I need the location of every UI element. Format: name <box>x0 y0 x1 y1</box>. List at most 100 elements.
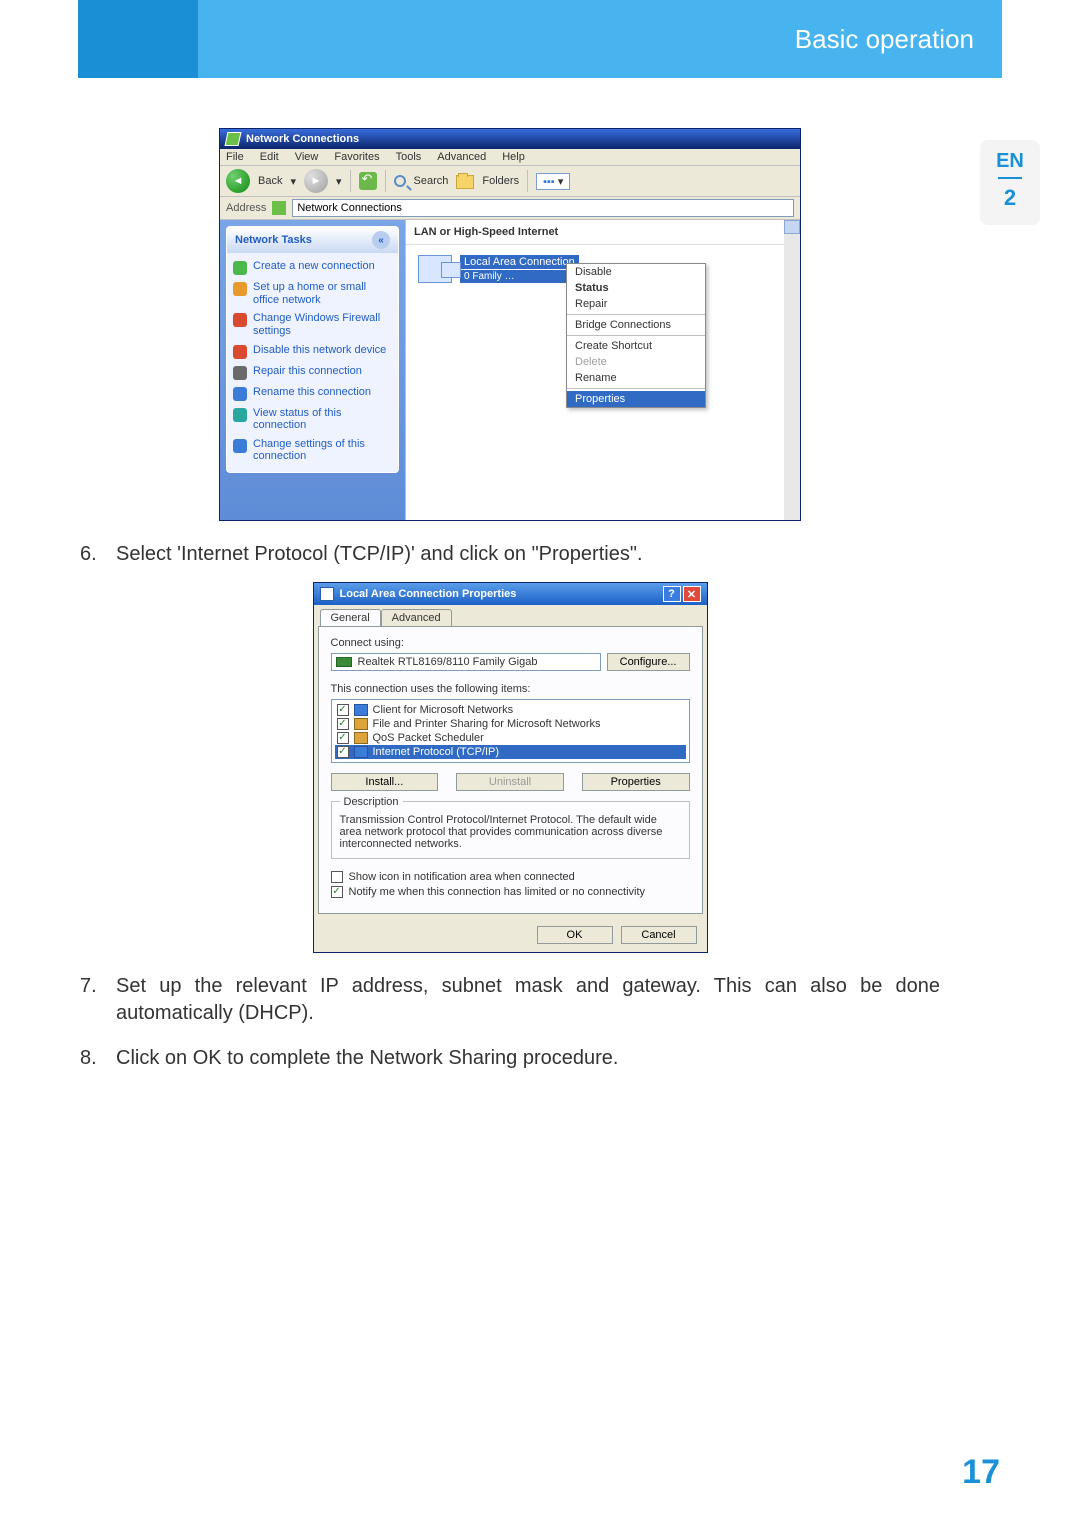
address-icon <box>272 201 286 215</box>
ctx-repair[interactable]: Repair <box>567 296 705 312</box>
tab-advanced[interactable]: Advanced <box>381 609 452 626</box>
task-setup-home-network[interactable]: Set up a home or small office network <box>233 278 392 309</box>
cancel-button[interactable]: Cancel <box>621 926 697 944</box>
context-menu: Disable Status Repair Bridge Connections… <box>566 263 706 408</box>
back-button-icon[interactable]: ◄ <box>226 169 250 193</box>
language-label: EN <box>980 150 1040 173</box>
menu-advanced[interactable]: Advanced <box>437 151 486 163</box>
task-create-connection[interactable]: Create a new connection <box>233 257 392 278</box>
connection-area: Local Area Connection 0 Family … Disable… <box>406 245 800 293</box>
dialog-icon <box>320 587 334 601</box>
network-tasks-list: Create a new connection Set up a home or… <box>227 253 398 466</box>
task-icon <box>233 439 247 453</box>
search-icon[interactable] <box>394 175 406 187</box>
checkbox-icon[interactable]: ✓ <box>331 886 343 898</box>
step-number: 7. <box>80 973 116 1027</box>
items-listbox[interactable]: ✓ Client for Microsoft Networks ✓ File a… <box>331 699 690 763</box>
help-button-icon[interactable]: ? <box>663 586 681 602</box>
task-rename-connection[interactable]: Rename this connection <box>233 383 392 404</box>
menu-view[interactable]: View <box>295 151 319 163</box>
ctx-shortcut[interactable]: Create Shortcut <box>567 338 705 354</box>
network-tasks-header[interactable]: Network Tasks « <box>227 227 398 253</box>
ctx-disable[interactable]: Disable <box>567 264 705 280</box>
item-label: Internet Protocol (TCP/IP) <box>373 746 500 758</box>
menu-tools[interactable]: Tools <box>396 151 422 163</box>
item-tcpip[interactable]: ✓ Internet Protocol (TCP/IP) <box>335 745 686 759</box>
ok-button[interactable]: OK <box>537 926 613 944</box>
checkbox-icon[interactable]: ✓ <box>337 732 349 744</box>
menu-edit[interactable]: Edit <box>260 151 279 163</box>
toolbar: ◄ Back ▾ ► ▾ Search Folders ▪▪▪ ▾ <box>220 166 800 197</box>
network-tasks-panel: Network Tasks « Create a new connection … <box>226 226 399 473</box>
close-button-icon[interactable]: ✕ <box>683 586 701 602</box>
component-icon <box>354 746 368 758</box>
task-label: View status of this connection <box>253 407 392 432</box>
options-area: ✓ Show icon in notification area when co… <box>331 871 690 898</box>
address-input[interactable] <box>292 199 794 217</box>
menu-file[interactable]: File <box>226 151 244 163</box>
menu-help[interactable]: Help <box>502 151 525 163</box>
properties-button[interactable]: Properties <box>582 773 690 791</box>
checkbox-icon[interactable]: ✓ <box>331 871 343 883</box>
window-body: Network Tasks « Create a new connection … <box>220 220 800 520</box>
dialog-titlebar[interactable]: Local Area Connection Properties ? ✕ <box>314 583 707 605</box>
folders-icon[interactable] <box>456 175 474 189</box>
opt-show-icon[interactable]: ✓ Show icon in notification area when co… <box>331 871 690 883</box>
views-button[interactable]: ▪▪▪ ▾ <box>536 173 570 190</box>
ctx-properties[interactable]: Properties <box>567 391 705 407</box>
ctx-separator <box>567 335 705 336</box>
ctx-delete: Delete <box>567 354 705 370</box>
checkbox-icon[interactable]: ✓ <box>337 704 349 716</box>
forward-button-icon[interactable]: ► <box>304 169 328 193</box>
task-label: Disable this network device <box>253 344 386 357</box>
item-qos-scheduler[interactable]: ✓ QoS Packet Scheduler <box>335 731 686 745</box>
task-repair-connection[interactable]: Repair this connection <box>233 362 392 383</box>
folders-button-label[interactable]: Folders <box>482 175 519 187</box>
connect-using-label: Connect using: <box>331 637 690 649</box>
address-bar: Address <box>220 197 800 220</box>
step-text: Set up the relevant IP address, subnet m… <box>116 973 940 1027</box>
back-button-label[interactable]: Back <box>258 175 282 187</box>
task-change-settings[interactable]: Change settings of this connection <box>233 435 392 466</box>
collapse-chevron-icon[interactable]: « <box>372 231 390 249</box>
ctx-status[interactable]: Status <box>567 280 705 296</box>
menu-favorites[interactable]: Favorites <box>334 151 379 163</box>
option-label: Show icon in notification area when conn… <box>349 871 575 883</box>
item-client-ms-networks[interactable]: ✓ Client for Microsoft Networks <box>335 703 686 717</box>
nic-icon <box>336 657 352 667</box>
dialog-footer: OK Cancel <box>314 918 707 952</box>
ctx-separator <box>567 388 705 389</box>
item-label: QoS Packet Scheduler <box>373 732 484 744</box>
address-label: Address <box>226 202 266 214</box>
back-caret-icon[interactable]: ▾ <box>290 175 296 188</box>
checkbox-icon[interactable]: ✓ <box>337 718 349 730</box>
tab-general[interactable]: General <box>320 609 381 626</box>
search-button-label[interactable]: Search <box>414 175 449 187</box>
description-box: Description Transmission Control Protoco… <box>331 801 690 859</box>
task-firewall-settings[interactable]: Change Windows Firewall settings <box>233 309 392 340</box>
up-folder-icon[interactable] <box>359 172 377 190</box>
adapter-name: Realtek RTL8169/8110 Family Gigab <box>358 656 538 668</box>
lan-properties-dialog: Local Area Connection Properties ? ✕ Gen… <box>313 582 708 953</box>
window-titlebar[interactable]: Network Connections <box>220 129 800 149</box>
opt-notify-limited[interactable]: ✓ Notify me when this connection has lim… <box>331 886 690 898</box>
install-button[interactable]: Install... <box>331 773 439 791</box>
forward-caret-icon[interactable]: ▾ <box>336 175 342 188</box>
task-view-status[interactable]: View status of this connection <box>233 404 392 435</box>
side-tab-separator <box>998 177 1022 179</box>
window-app-icon <box>225 132 242 146</box>
page-number: 17 <box>962 1453 1000 1492</box>
sidebar: Network Tasks « Create a new connection … <box>220 220 405 520</box>
ctx-rename[interactable]: Rename <box>567 370 705 386</box>
item-file-printer-sharing[interactable]: ✓ File and Printer Sharing for Microsoft… <box>335 717 686 731</box>
component-icon <box>354 732 368 744</box>
scrollbar-thumb[interactable] <box>784 220 800 234</box>
step-7: 7. Set up the relevant IP address, subne… <box>80 973 940 1027</box>
checkbox-icon[interactable]: ✓ <box>337 746 349 758</box>
step-text: Click on OK to complete the Network Shar… <box>116 1045 940 1072</box>
configure-button[interactable]: Configure... <box>607 653 690 671</box>
network-tasks-title: Network Tasks <box>235 234 312 246</box>
page-header: Basic operation <box>198 0 1002 78</box>
ctx-bridge[interactable]: Bridge Connections <box>567 317 705 333</box>
task-disable-device[interactable]: Disable this network device <box>233 341 392 362</box>
